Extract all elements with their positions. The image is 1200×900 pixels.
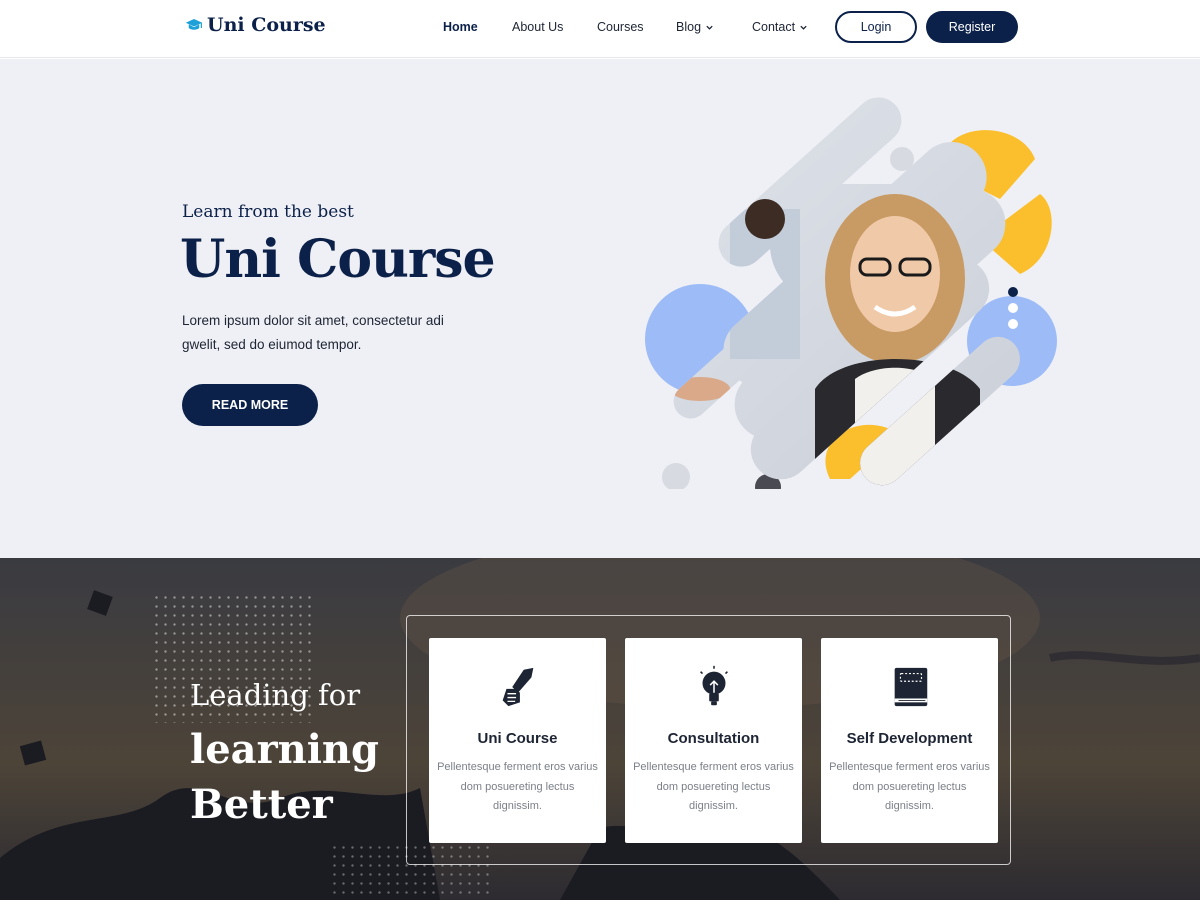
nav-item-blog[interactable]: Blog	[676, 20, 714, 34]
features-heading-line1: Leading for	[190, 678, 361, 712]
slider-dots	[1008, 287, 1018, 329]
read-more-button[interactable]: READ MORE	[182, 384, 318, 426]
hero-title: Uni Course	[180, 229, 496, 290]
lightbulb-icon	[699, 665, 728, 706]
slider-dot[interactable]	[1008, 303, 1018, 313]
hero-section: Learn from the best Uni Course Lorem ips…	[0, 59, 1200, 558]
hero-kicker: Learn from the best	[182, 202, 354, 222]
card-title: Self Development	[846, 730, 973, 747]
card-text: Pellentesque ferment eros varius dom pos…	[633, 761, 794, 812]
features-heading-line2: learning	[190, 726, 379, 773]
feature-card[interactable]: Uni Course Pellentesque ferment eros var…	[429, 638, 606, 843]
features-heading-line3: Better	[190, 781, 333, 828]
slider-dot[interactable]	[1008, 287, 1018, 297]
chevron-down-icon	[800, 25, 807, 30]
hero-description: Lorem ipsum dolor sit amet, consectetur …	[182, 313, 444, 352]
nav-item-about[interactable]: About Us	[512, 20, 563, 34]
site-header: Uni Course Home About Us Courses Blog Co…	[0, 0, 1200, 58]
feature-card[interactable]: Self Development Pellentesque ferment er…	[821, 638, 998, 843]
card-title: Consultation	[667, 730, 760, 747]
chevron-down-icon	[706, 25, 713, 30]
graduation-cap-icon	[185, 19, 203, 30]
features-section: Leading for learning Better Uni Course P…	[0, 558, 1200, 900]
book-icon	[894, 667, 927, 707]
pen-hand-icon	[502, 667, 533, 707]
logo[interactable]: Uni Course	[185, 14, 326, 36]
logo-text: Uni Course	[207, 14, 326, 36]
nav-label: Home	[443, 20, 478, 34]
feature-card[interactable]: Consultation Pellentesque ferment eros v…	[625, 638, 802, 843]
nav-label: About Us	[512, 20, 564, 34]
nav-label: Courses	[597, 20, 644, 34]
nav-item-home[interactable]: Home	[443, 20, 478, 34]
nav-item-contact[interactable]: Contact	[752, 20, 808, 34]
card-text: Pellentesque ferment eros varius dom pos…	[829, 761, 990, 812]
nav-item-courses[interactable]: Courses	[597, 20, 644, 34]
nav-label: Blog	[676, 20, 702, 34]
register-button[interactable]: Register	[926, 11, 1018, 43]
slider-dot[interactable]	[1008, 319, 1018, 329]
nav-label: Contact	[752, 20, 796, 34]
login-button[interactable]: Login	[835, 11, 917, 43]
feature-cards-frame: Uni Course Pellentesque ferment eros var…	[406, 615, 1011, 865]
card-title: Uni Course	[477, 730, 558, 747]
card-text: Pellentesque ferment eros varius dom pos…	[437, 761, 598, 812]
